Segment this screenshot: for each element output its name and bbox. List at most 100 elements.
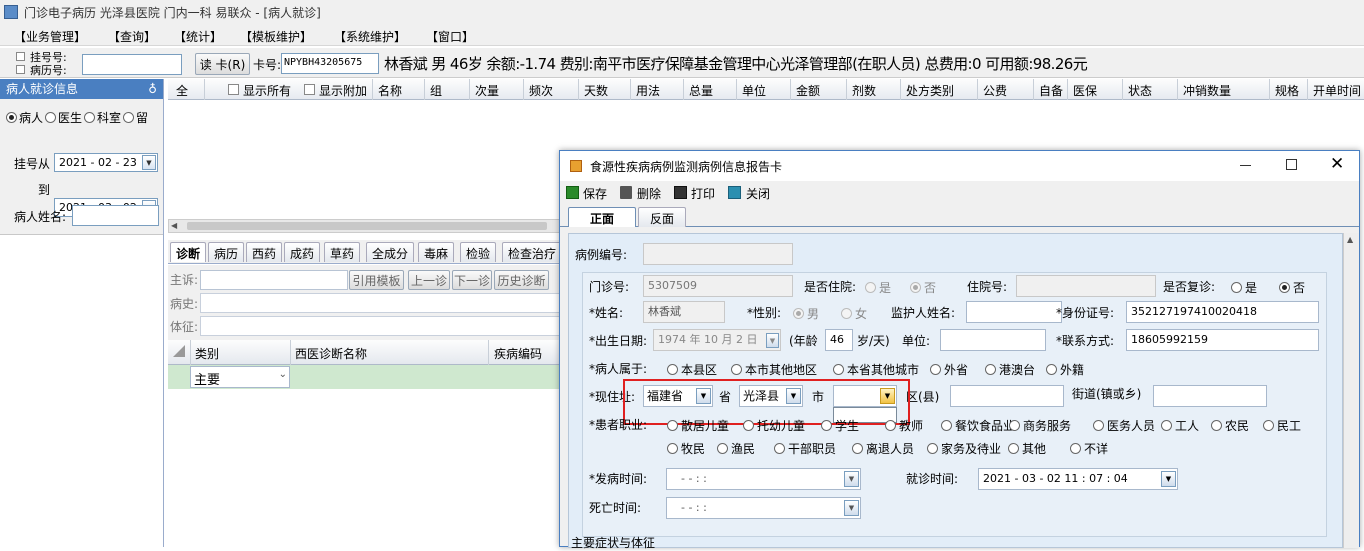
radio-stay[interactable] <box>123 112 135 123</box>
age-field[interactable]: 46 <box>825 329 853 351</box>
belong-option[interactable]: 外籍 <box>1046 361 1084 378</box>
tab-front[interactable]: 正面 <box>568 207 636 227</box>
radio-icon[interactable] <box>985 364 996 375</box>
inpatient-no[interactable]: 否 <box>910 279 936 296</box>
scroll-up-icon[interactable]: ▲ <box>1347 235 1353 244</box>
belong-option[interactable]: 本县区 <box>667 361 717 378</box>
menu-window[interactable]: 【窗口】 <box>426 28 474 45</box>
menu-template[interactable]: 【模板维护】 <box>240 28 312 45</box>
close-icon[interactable]: ✕ <box>1330 154 1344 174</box>
job-option[interactable]: 托幼儿童 <box>743 417 805 434</box>
radio-icon[interactable] <box>667 420 678 431</box>
close-button[interactable]: 关闭 <box>746 185 770 202</box>
radio-icon[interactable] <box>1211 420 1222 431</box>
horizontal-scrollbar[interactable]: ◀ <box>168 219 568 233</box>
onset-datetime[interactable]: - - : : ▼ <box>666 468 861 490</box>
patient-no-input[interactable] <box>82 54 182 75</box>
table-row[interactable]: 主要 ⌄ <box>168 365 568 389</box>
col-header[interactable]: 自备 <box>1039 82 1063 99</box>
radio-icon[interactable] <box>731 364 742 375</box>
name-field[interactable]: 林香斌 <box>643 301 725 323</box>
job-option[interactable]: 渔民 <box>717 440 755 457</box>
record-no-check[interactable] <box>16 65 25 74</box>
radio-icon[interactable] <box>930 364 941 375</box>
col-header[interactable]: 金额 <box>796 82 820 99</box>
radio-patient[interactable] <box>6 112 17 123</box>
maximize-icon[interactable] <box>1286 159 1297 170</box>
belong-option[interactable]: 本省其他城市 <box>833 361 919 378</box>
tab-west-medicine[interactable]: 西药 <box>246 242 283 262</box>
col-header[interactable]: 规格 <box>1275 82 1299 99</box>
chevron-down-icon[interactable]: ▼ <box>142 155 156 170</box>
history-input[interactable] <box>200 293 560 313</box>
case-no-field[interactable] <box>643 243 793 265</box>
col-header[interactable]: 组 <box>430 82 442 99</box>
menu-business[interactable]: 【业务管理】 <box>14 28 86 45</box>
job-option[interactable]: 学生 <box>821 417 859 434</box>
tab-record[interactable]: 病历 <box>208 242 245 262</box>
dialog-vertical-scrollbar[interactable]: ▲ <box>1343 233 1359 548</box>
show-all-check[interactable] <box>228 84 239 95</box>
col-header[interactable]: 处方类别 <box>906 82 954 99</box>
tab-full-ingredient[interactable]: 全成分 <box>366 242 415 262</box>
col-header[interactable]: 总量 <box>689 82 713 99</box>
inpatient-yes[interactable]: 是 <box>865 279 891 296</box>
print-button[interactable]: 打印 <box>691 185 715 202</box>
inpatient-no-field[interactable] <box>1016 275 1156 297</box>
radio-icon[interactable] <box>1093 420 1104 431</box>
radio-icon[interactable] <box>927 443 938 454</box>
belong-option[interactable]: 港澳台 <box>985 361 1035 378</box>
col-header[interactable]: 天数 <box>584 82 608 99</box>
radio-icon[interactable] <box>717 443 728 454</box>
sex-male[interactable]: 男 <box>793 305 819 322</box>
menu-system[interactable]: 【系统维护】 <box>334 28 406 45</box>
belong-option[interactable]: 本市其他地区 <box>731 361 817 378</box>
radio-icon[interactable] <box>885 420 896 431</box>
save-button[interactable]: 保存 <box>583 185 607 202</box>
job-option[interactable]: 干部职员 <box>774 440 836 457</box>
id-field[interactable]: 352127197410020418 <box>1126 301 1319 323</box>
district-field[interactable] <box>950 385 1064 407</box>
job-option[interactable]: 餐饮食品业 <box>941 417 1015 434</box>
exam-input[interactable] <box>200 316 560 336</box>
card-no-input[interactable]: NPYBH43205675 <box>281 53 379 74</box>
reg-no-check[interactable] <box>16 52 25 61</box>
col-header[interactable]: 开单时间 <box>1313 82 1361 99</box>
col-header[interactable]: 医保 <box>1073 82 1097 99</box>
belong-option[interactable]: 外省 <box>930 361 968 378</box>
radio-icon[interactable] <box>833 364 844 375</box>
chevron-down-icon[interactable]: ▼ <box>844 471 859 487</box>
delete-button[interactable]: 删除 <box>637 185 661 202</box>
radio-icon[interactable] <box>1263 420 1274 431</box>
prev-visit-button[interactable]: 上一诊 <box>408 270 450 290</box>
radio-icon[interactable] <box>941 420 952 431</box>
col-header[interactable]: 单位 <box>742 82 766 99</box>
radio-doctor[interactable] <box>45 112 57 123</box>
radio-icon[interactable] <box>821 420 832 431</box>
history-diag-button[interactable]: 历史诊断 <box>494 270 549 290</box>
death-datetime[interactable]: - - : : ▼ <box>666 497 861 519</box>
col-all[interactable]: 全 <box>176 82 188 99</box>
read-card-button[interactable]: 读 卡(R) <box>195 53 250 75</box>
visit-datetime[interactable]: 2021 - 03 - 02 11 : 07 : 04 ▼ <box>978 468 1178 490</box>
radio-icon[interactable] <box>852 443 863 454</box>
revisit-no[interactable]: 否 <box>1279 279 1305 296</box>
job-option[interactable]: 教师 <box>885 417 923 434</box>
job-option[interactable]: 民工 <box>1263 417 1301 434</box>
tab-patent-medicine[interactable]: 成药 <box>284 242 321 262</box>
tab-exam-treatment[interactable]: 检查治疗 <box>502 242 563 262</box>
reg-from-date[interactable]: 2021 - 02 - 23 ▼ <box>54 153 158 172</box>
job-option[interactable]: 工人 <box>1161 417 1199 434</box>
chevron-down-icon[interactable]: ⌄ <box>279 369 287 380</box>
complaint-input[interactable] <box>200 270 348 290</box>
tab-herbal[interactable]: 草药 <box>324 242 361 262</box>
cite-template-button[interactable]: 引用模板 <box>349 270 404 290</box>
revisit-yes[interactable]: 是 <box>1231 279 1257 296</box>
minimize-icon[interactable] <box>1240 165 1251 166</box>
job-option[interactable]: 离退人员 <box>852 440 914 457</box>
chevron-down-icon[interactable]: ▼ <box>766 333 779 348</box>
job-option[interactable]: 家务及待业 <box>927 440 1001 457</box>
clinic-no-field[interactable]: 5307509 <box>643 275 793 297</box>
patient-name-input[interactable] <box>72 205 159 226</box>
birth-date-field[interactable]: 1974 年 10 月 2 日 ▼ <box>653 329 781 351</box>
